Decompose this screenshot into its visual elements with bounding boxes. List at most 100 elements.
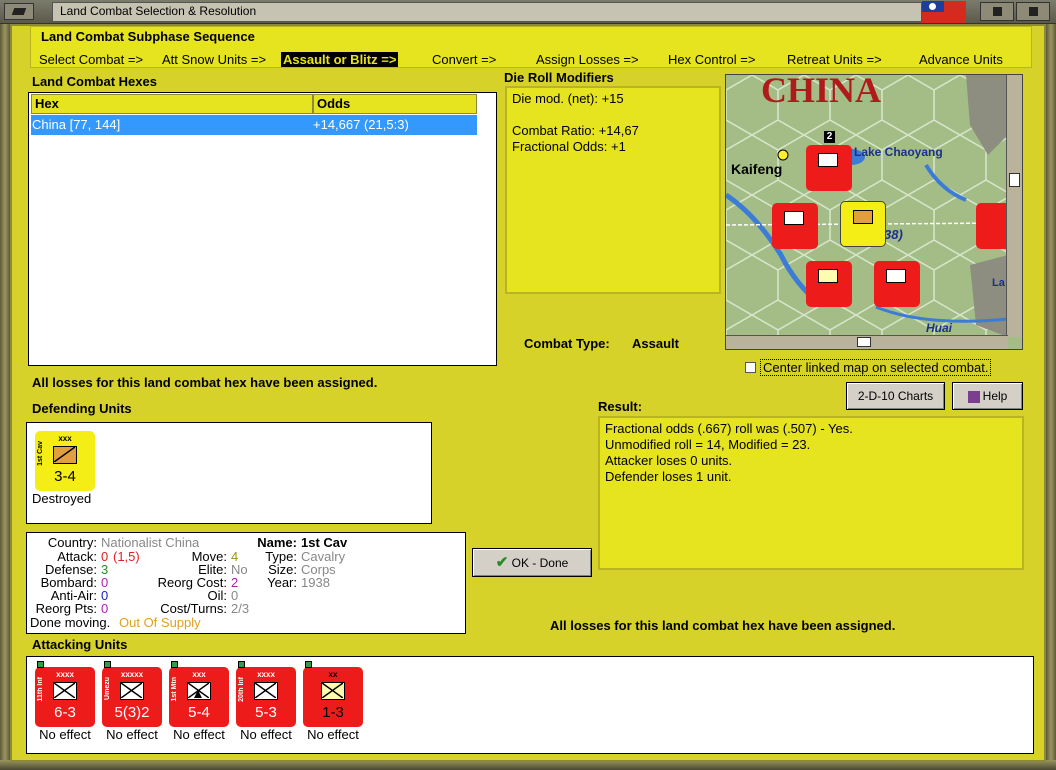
attacker-unit-strength: 6-3 <box>54 704 76 721</box>
map-country-label: CHINA <box>761 74 882 110</box>
map-counter-xx[interactable] <box>806 261 852 307</box>
mountain-infantry-symbol-icon <box>187 682 211 700</box>
defender-counter-1st-cav[interactable]: xxx 1st Cav 3-4 <box>35 431 95 491</box>
step-assign-losses[interactable]: Assign Losses => <box>536 52 639 67</box>
attacker-unit-strength: 1-3 <box>322 704 344 721</box>
map-vertical-scrollbar[interactable] <box>1006 75 1022 337</box>
reorg-label: Reorg Pts: <box>35 601 97 616</box>
step-select-combat[interactable]: Select Combat => <box>39 52 143 67</box>
system-menu-button[interactable] <box>4 3 34 20</box>
help-book-icon <box>967 390 980 403</box>
cell-odds: +14,667 (21,5:3) <box>313 117 409 132</box>
year-label: Year: <box>267 575 297 590</box>
fractional-odds: Fractional Odds: +1 <box>512 139 626 154</box>
attacker-unit-name: 20th Inf <box>238 677 245 702</box>
cavalry-symbol-icon <box>53 446 77 464</box>
subphase-header: Land Combat Subphase Sequence <box>41 29 255 44</box>
close-button[interactable] <box>1016 2 1050 21</box>
done-moving: Done moving. <box>30 615 111 630</box>
attacker-unit-size: xxxx <box>257 670 275 679</box>
nationalist-china-flag-icon <box>922 1 966 23</box>
cost-turns-value: 2/3 <box>231 601 250 616</box>
infantry-symbol-icon <box>53 682 77 700</box>
attacker-counter-20th-inf[interactable]: xxxx 20th Inf 5-3 <box>236 661 296 727</box>
attacker-status: No effect <box>307 727 359 742</box>
hexes-header: Land Combat Hexes <box>32 74 157 89</box>
attacker-counter-umezu[interactable]: xxxxx Umezu 5(3)2 <box>102 661 162 727</box>
attacker-unit-name: 11th Inf <box>37 677 44 702</box>
attacker-unit-size: xx <box>328 670 338 679</box>
center-map-label[interactable]: Center linked map on selected combat. <box>760 359 992 376</box>
unit-details: Country: Nationalist China Attack: 0 (1,… <box>26 532 466 634</box>
cost-turns-label: Cost/Turns: <box>160 601 227 616</box>
step-att-snow-units[interactable]: Att Snow Units => <box>162 52 266 67</box>
attacker-status: No effect <box>106 727 158 742</box>
column-header-odds[interactable]: Odds <box>313 94 477 114</box>
defender-unit-size: xxx <box>58 434 72 443</box>
attacker-status: No effect <box>173 727 225 742</box>
infantry-symbol-icon <box>321 682 345 700</box>
map-horizontal-scrollbar[interactable] <box>726 335 1008 349</box>
map-city-label: Kaifeng <box>731 161 783 177</box>
right-frame-border <box>1046 24 1056 770</box>
charts-button[interactable]: 2-D-10 Charts <box>846 382 945 410</box>
attack-extra: (1,5) <box>113 549 140 564</box>
combat-type-value: Assault <box>632 336 679 351</box>
country-label: Country: <box>47 535 97 550</box>
ok-done-label: OK - Done <box>511 556 569 570</box>
attacker-status: No effect <box>240 727 292 742</box>
defender-unit-name: 1st Cav <box>37 441 44 466</box>
cell-hex: China [77, 144] <box>32 117 121 132</box>
result-line: Attacker loses 0 units. <box>605 453 733 468</box>
die-header: Die Roll Modifiers <box>504 70 614 85</box>
attacker-unit-size: xxxxx <box>120 670 144 679</box>
result-line: Defender loses 1 unit. <box>605 469 732 484</box>
attacker-unit-size: xxxx <box>56 670 74 679</box>
combat-hexes-table: Hex Odds China [77, 144] +14,667 (21,5:3… <box>28 92 497 366</box>
losses-status-top: All losses for this land combat hex have… <box>32 375 378 390</box>
map-counter-umezu[interactable] <box>806 145 852 191</box>
title-bar: Land Combat Selection & Resolution <box>0 0 1056 24</box>
attacker-unit-name: 1st Mtn <box>171 677 178 702</box>
ok-done-button[interactable]: ✔ OK - Done <box>472 548 592 577</box>
year-value: 1938 <box>301 575 330 590</box>
column-header-hex[interactable]: Hex <box>31 94 313 114</box>
name-label: Name: <box>257 535 297 550</box>
attacker-status: No effect <box>39 727 91 742</box>
help-button[interactable]: Help <box>952 382 1023 410</box>
attacker-unit-strength: 5-3 <box>255 704 277 721</box>
step-convert[interactable]: Convert => <box>432 52 496 67</box>
attacker-counter-11th-inf[interactable]: xxxx 11th Inf 6-3 <box>35 661 95 727</box>
minimize-button[interactable] <box>980 2 1014 21</box>
attacker-unit-name: Umezu <box>104 677 111 700</box>
die-roll-modifiers: Die mod. (net): +15 Combat Ratio: +14,67… <box>505 86 721 294</box>
infantry-symbol-icon <box>254 682 278 700</box>
window-title: Land Combat Selection & Resolution <box>60 4 257 18</box>
map-counter-11th-inf[interactable] <box>772 203 818 249</box>
map-counter-1st-cav[interactable] <box>840 201 886 247</box>
attacker-counter-1st-mtn[interactable]: xxx 1st Mtn 5-4 <box>169 661 229 727</box>
center-map-checkbox[interactable] <box>745 362 756 373</box>
map-hscroll-thumb[interactable] <box>857 337 871 347</box>
attacking-header: Attacking Units <box>32 637 128 652</box>
attacker-counter-xx[interactable]: xx 1-3 <box>303 661 363 727</box>
linked-map[interactable]: CHINA Lake Chaoyang Kaifeng Huai 38) La … <box>725 74 1023 350</box>
step-assault-or-blitz[interactable]: Assault or Blitz => <box>281 52 399 67</box>
map-river-label: Huai <box>926 321 953 335</box>
defending-units: xxx 1st Cav 3-4 Destroyed <box>26 422 432 524</box>
attacker-unit-strength: 5-4 <box>188 704 210 721</box>
result-line: Fractional odds (.667) roll was (.507) -… <box>605 421 853 436</box>
attacking-units: xxxx 11th Inf 6-3 No effect xxxxx Umezu … <box>26 656 1034 754</box>
map-lake-label: Lake Chaoyang <box>854 145 943 159</box>
step-hex-control[interactable]: Hex Control => <box>668 52 755 67</box>
table-row[interactable]: China [77, 144] +14,667 (21,5:3) <box>31 115 477 135</box>
supply-status: Out Of Supply <box>119 615 201 630</box>
attacker-unit-size: xxx <box>192 670 206 679</box>
die-mod-net: Die mod. (net): +15 <box>512 91 624 106</box>
map-counter-20th-inf[interactable] <box>874 261 920 307</box>
reorg-value: 0 <box>101 601 109 616</box>
step-advance-units[interactable]: Advance Units <box>919 52 1003 67</box>
defender-status: Destroyed <box>32 491 92 506</box>
step-retreat-units[interactable]: Retreat Units => <box>787 52 882 67</box>
map-vscroll-thumb[interactable] <box>1009 173 1020 187</box>
